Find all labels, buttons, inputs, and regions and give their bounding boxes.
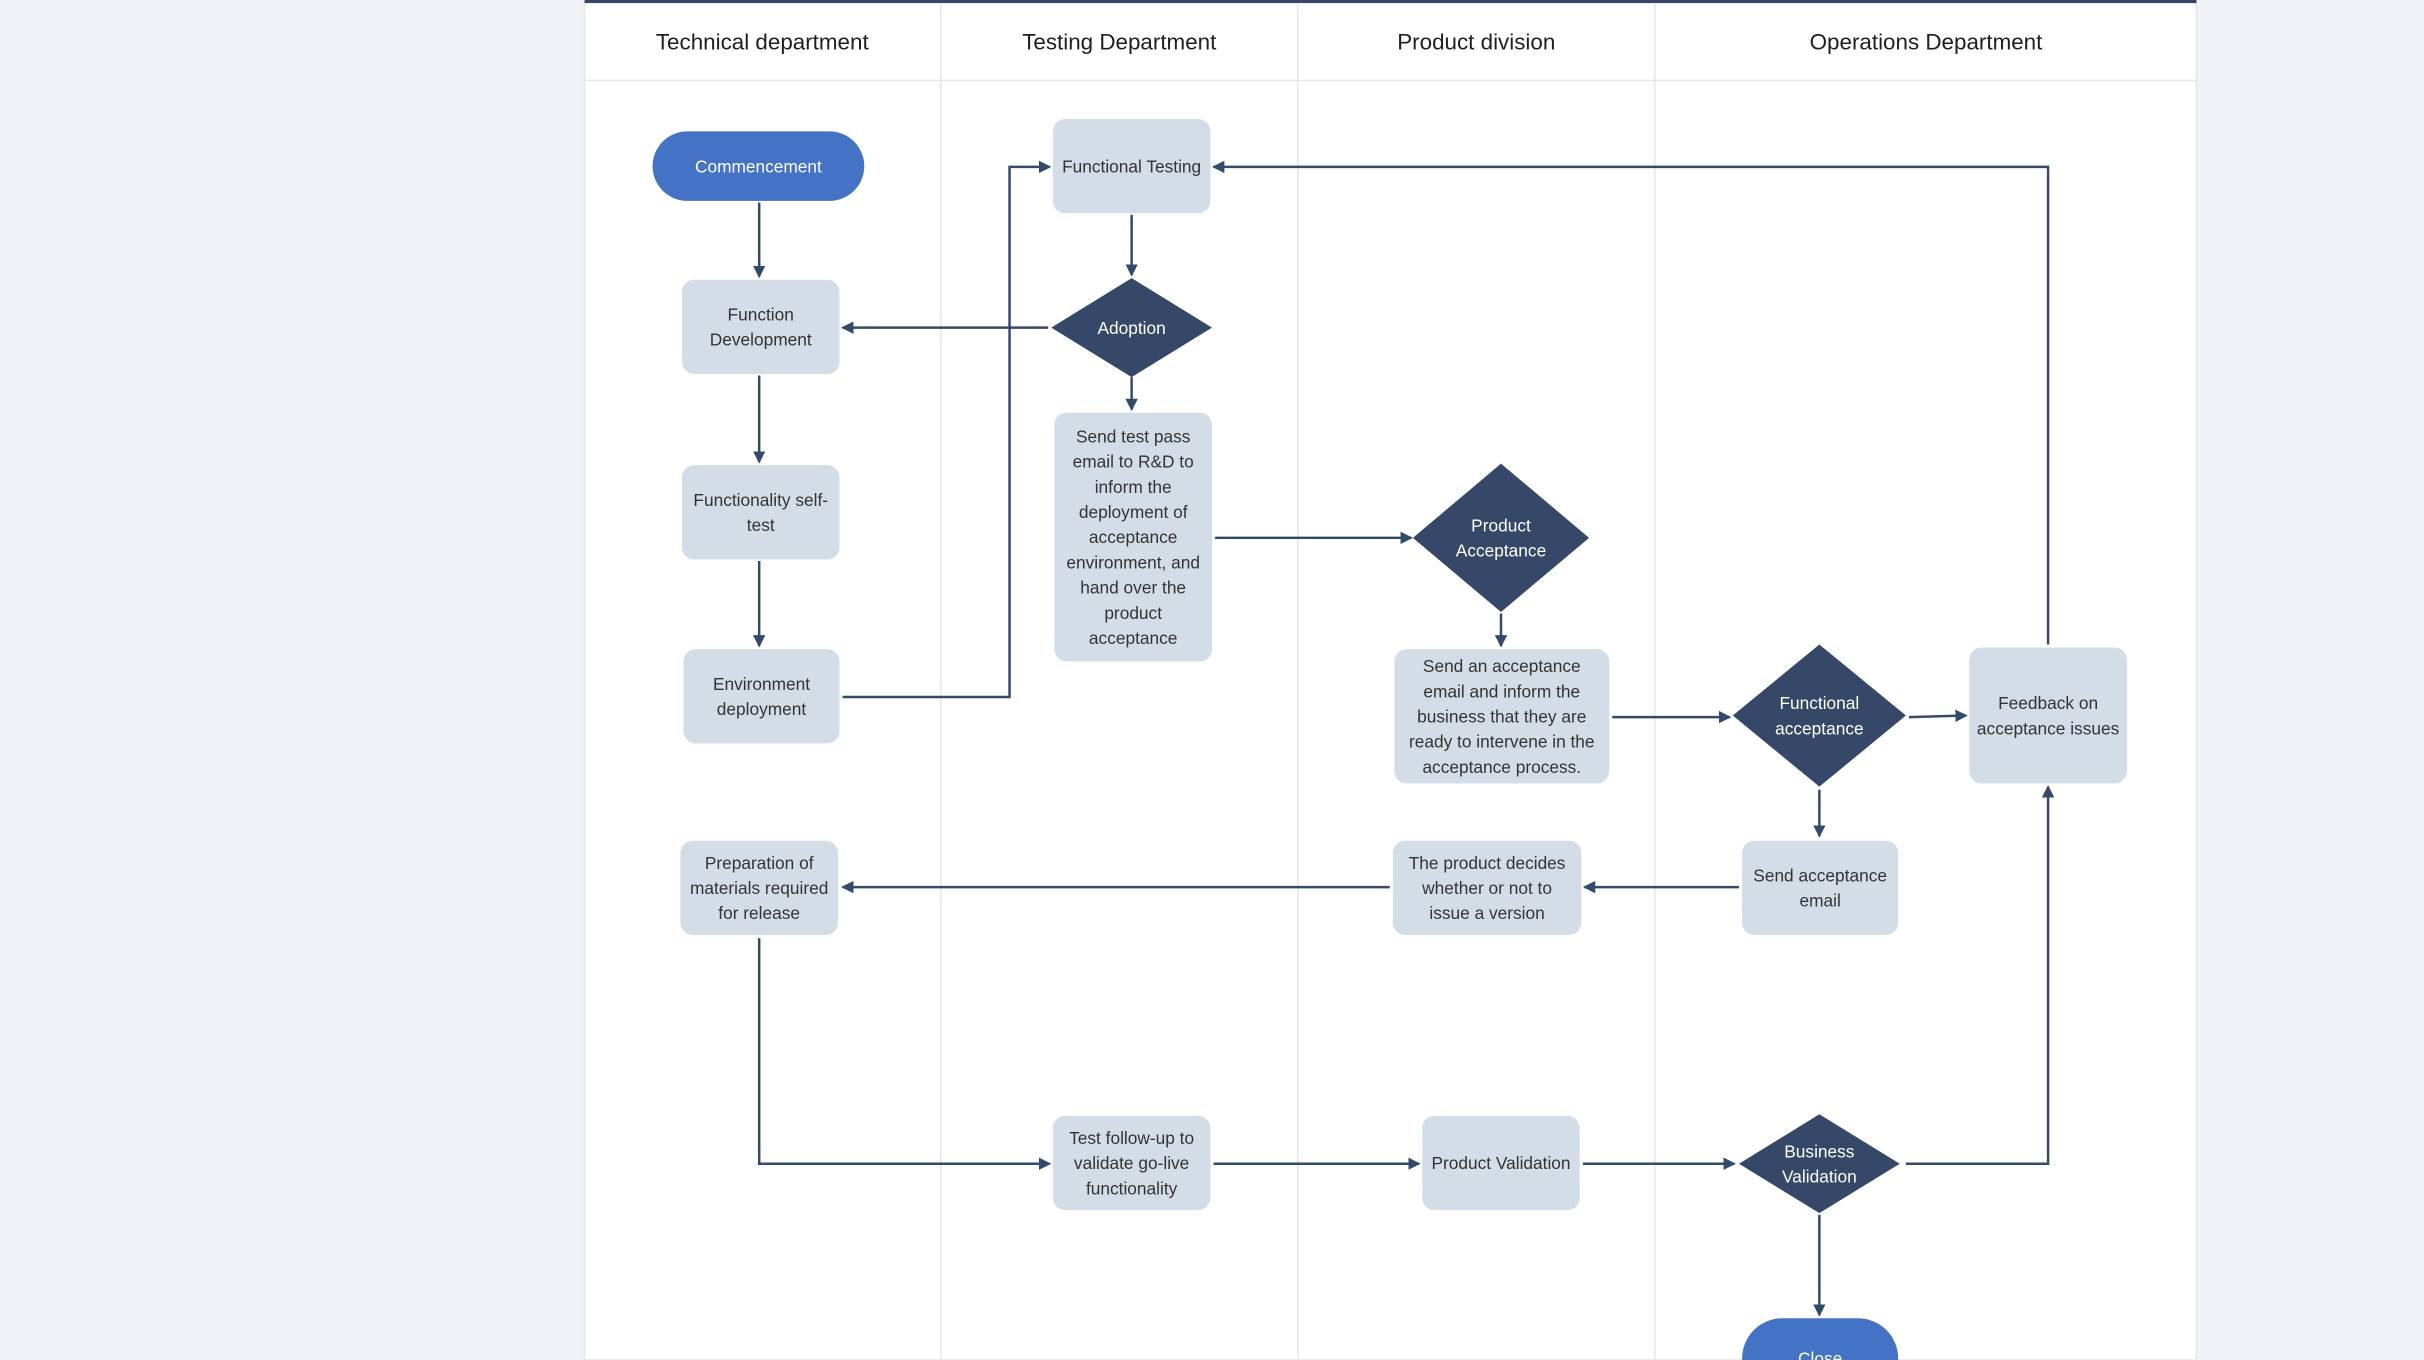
node-label-line: Function <box>728 304 794 324</box>
process-box <box>1742 840 1899 935</box>
node-label-line: acceptance <box>1089 628 1177 648</box>
process-box <box>683 649 840 744</box>
lane-header-product: Product division <box>1397 29 1555 54</box>
node-label-line: Preparation of <box>705 853 814 873</box>
node-label-line: environment, and <box>1066 552 1200 572</box>
node-label-line: test <box>747 515 775 535</box>
connector-functional-acceptance-to-feedback-acceptance-issues <box>1908 709 1968 723</box>
node-label-line: email <box>1799 891 1840 911</box>
node-label-line: Adoption <box>1097 318 1165 338</box>
node-label-line: Product <box>1471 515 1531 535</box>
node-label-line: The product decides <box>1409 853 1566 873</box>
node-feedback-acceptance-issues[interactable]: Feedback on acceptance issues <box>1969 647 2127 784</box>
node-environment-deployment[interactable]: Environment deployment <box>683 649 840 744</box>
node-label-line: Send test pass <box>1076 426 1191 446</box>
node-label: Test follow-up to validate go-live functio… <box>1069 1128 1194 1198</box>
node-functional-testing[interactable]: Functional Testing <box>1052 119 1211 214</box>
lane-header-operations: Operations Department <box>1810 29 2044 54</box>
node-label-line: validate go-live <box>1074 1153 1189 1173</box>
node-label-line: materials required <box>690 878 828 898</box>
node-label-line: inform the <box>1095 477 1172 497</box>
top-border <box>584 0 2197 4</box>
node-test-follow-up[interactable]: Test follow-up to validate go-live functio… <box>1052 1115 1211 1211</box>
node-label-line: Functionality self- <box>693 490 828 510</box>
node-function-development[interactable]: Function Development <box>681 279 840 374</box>
node-label: Adoption <box>1097 318 1165 338</box>
node-label: Product Validation <box>1431 1153 1570 1173</box>
node-label-line: functionality <box>1086 1178 1178 1198</box>
node-label-line: issue a version <box>1429 903 1544 923</box>
node-label: Send an acceptance email and inform the bu… <box>1409 656 1595 777</box>
node-label-line: Product Validation <box>1431 1153 1570 1173</box>
node-label-line: Functional <box>1779 693 1859 713</box>
node-label-line: acceptance <box>1775 718 1863 738</box>
node-label-line: Functional Testing <box>1062 156 1201 176</box>
node-label-line: email and inform the <box>1423 681 1580 701</box>
node-label-line: acceptance issues <box>1977 718 2120 738</box>
node-label: Functional Testing <box>1062 156 1201 176</box>
swimlane-flowchart: Technical department Testing Department … <box>583 0 2198 1360</box>
node-label: The product decides whether or not to issu… <box>1409 853 1566 923</box>
node-label-line: Business <box>1784 1141 1855 1161</box>
process-box <box>1969 647 2127 784</box>
node-product-decides-version[interactable]: The product decides whether or not to issu… <box>1392 840 1582 935</box>
node-label-line: for release <box>718 903 800 923</box>
node-label-line: Environment <box>713 674 810 694</box>
node-label-line: Send an acceptance <box>1423 656 1581 676</box>
node-label-line: Validation <box>1782 1167 1857 1187</box>
node-label-line: acceptance <box>1089 527 1177 547</box>
node-label-line: deployment of <box>1079 502 1188 522</box>
lane-header-testing: Testing Department <box>1022 29 1217 54</box>
node-label-line: whether or not to <box>1421 878 1552 898</box>
node-label-line: Test follow-up to <box>1069 1128 1194 1148</box>
node-label-line: ready to intervene in the <box>1409 732 1595 752</box>
node-send-acceptance-email-inform[interactable]: Send an acceptance email and inform the bu… <box>1394 649 1610 784</box>
node-label-line: Acceptance <box>1456 541 1546 561</box>
node-label-line: Development <box>710 330 812 350</box>
node-label: Close <box>1798 1349 1842 1360</box>
node-label: Commencement <box>695 156 822 176</box>
node-label-line: Feedback on <box>1998 693 2098 713</box>
process-box <box>681 279 840 374</box>
node-label-line: Commencement <box>695 156 822 176</box>
lane-header-technical: Technical department <box>656 29 870 54</box>
node-functionality-self-test[interactable]: Functionality self-test <box>681 465 840 560</box>
node-preparation-materials-release[interactable]: Preparation of materials required for rele… <box>680 840 838 935</box>
node-label-line: product <box>1104 603 1162 623</box>
node-send-acceptance-email[interactable]: Send acceptance email <box>1742 840 1899 935</box>
node-product-validation[interactable]: Product Validation <box>1422 1115 1580 1211</box>
node-label-line: Close <box>1798 1349 1842 1360</box>
node-label-line: deployment <box>717 699 807 719</box>
node-send-test-pass-email[interactable]: Send test pass email to R&D to inform the d… <box>1054 412 1212 662</box>
node-label-line: email to R&D to <box>1073 452 1194 472</box>
node-label-line: business that they are <box>1417 707 1586 727</box>
process-box <box>681 465 840 560</box>
node-commencement[interactable]: Commencement <box>652 131 865 201</box>
node-close[interactable]: Close <box>1742 1318 1899 1360</box>
node-label-line: Send acceptance <box>1753 865 1887 885</box>
node-label-line: hand over the <box>1080 578 1186 598</box>
node-label-line: acceptance process. <box>1422 757 1581 777</box>
